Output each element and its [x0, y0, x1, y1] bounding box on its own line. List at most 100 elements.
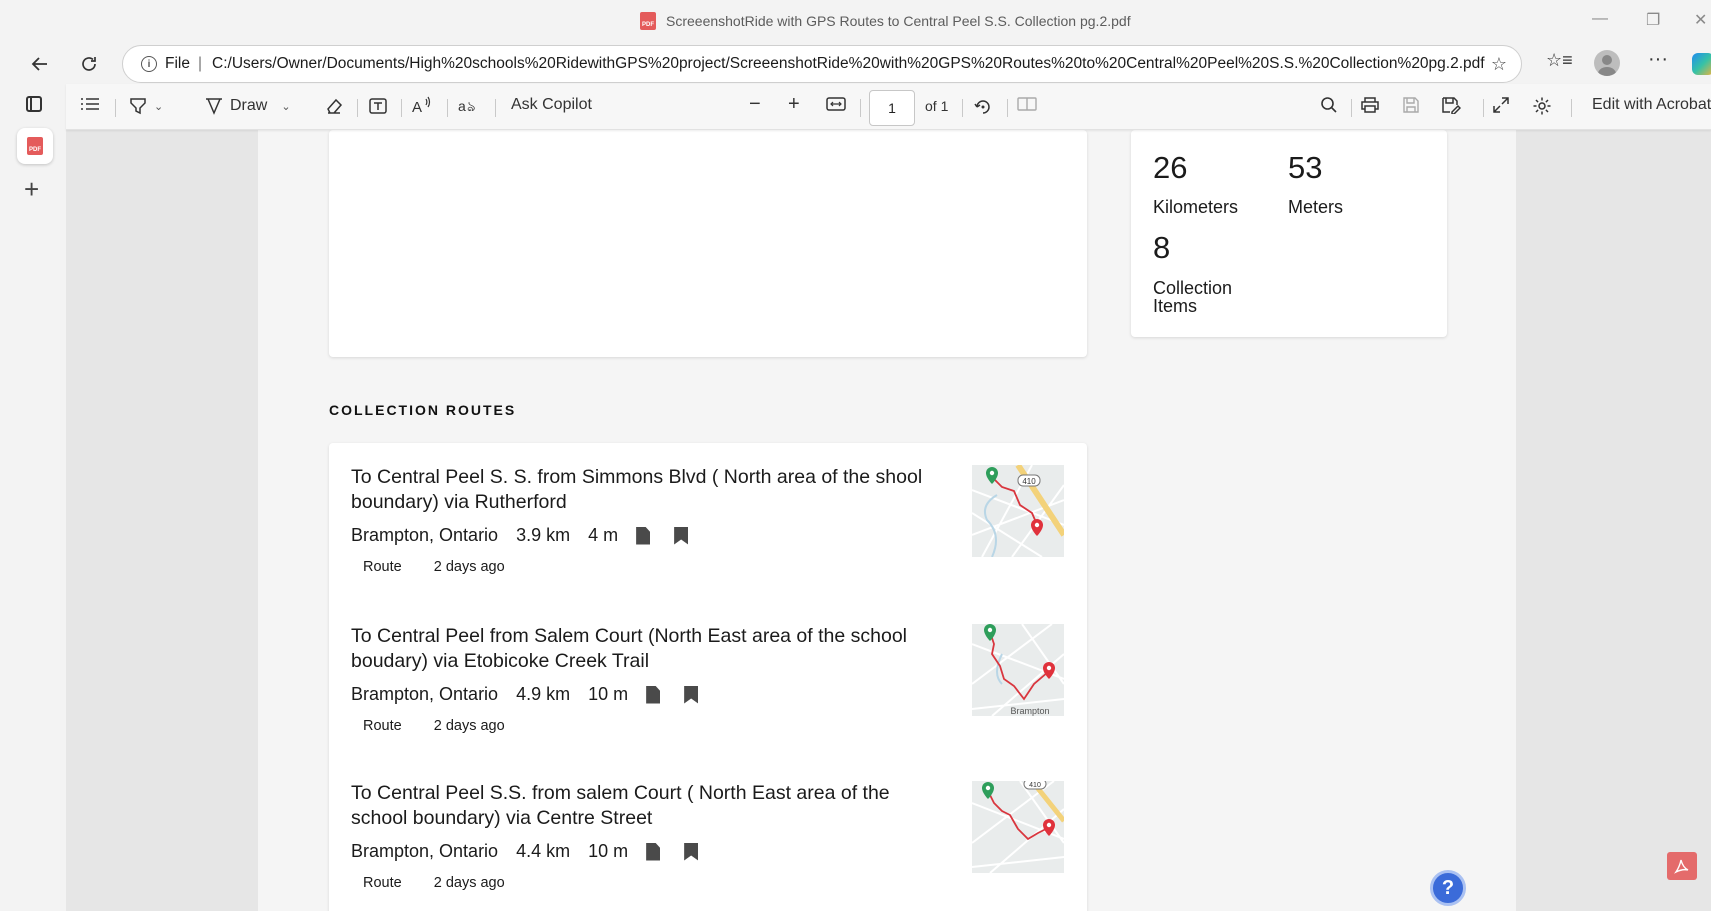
minimize-button[interactable]: — [1592, 10, 1608, 28]
translate-icon: aঌ [458, 98, 475, 115]
bookmark-icon[interactable] [674, 526, 689, 545]
route-location: Brampton, Ontario [351, 684, 499, 704]
zoom-out-button[interactable]: − [749, 93, 761, 116]
document-icon[interactable] [646, 842, 661, 861]
route-sub-info: Route 2 days ago [363, 875, 505, 891]
two-page-view-icon [1017, 97, 1037, 111]
print-button[interactable] [1360, 96, 1380, 114]
rotate-button[interactable] [973, 96, 993, 116]
new-tab-plus-icon[interactable]: + [24, 174, 39, 205]
draw-pen-icon [206, 98, 222, 115]
map-place-label: Brampton [1010, 706, 1049, 716]
pdf-viewer[interactable]: 26 Kilometers 53 Meters 8 Collection Ite… [66, 130, 1711, 911]
translate-button[interactable]: aঌ [458, 96, 480, 116]
route-title[interactable]: To Central Peel S. S. from Simmons Blvd … [351, 465, 951, 515]
save-button [1402, 96, 1420, 114]
route-age: 2 days ago [433, 559, 505, 575]
copilot-button[interactable] [1692, 53, 1711, 75]
svg-text:a: a [458, 98, 466, 114]
search-button[interactable] [1320, 96, 1338, 114]
collection-stats-card: 26 Kilometers 53 Meters 8 Collection Ite… [1131, 130, 1447, 337]
elevation-value: 53 [1288, 150, 1323, 185]
draw-tool-button[interactable]: Draw ⌄ [204, 96, 291, 116]
route-elevation: 4 m [588, 525, 619, 545]
pdf-toolbar: ⌄ Draw ⌄ A aঌ Ask Copilot − + 1 of 1 Edi… [66, 84, 1711, 130]
route-title[interactable]: To Central Peel from Salem Court (North … [351, 624, 951, 674]
security-label: File [165, 55, 190, 72]
chevron-down-icon: ⌄ [281, 100, 291, 113]
read-aloud-button[interactable]: A [412, 96, 434, 116]
eraser-icon [327, 98, 343, 114]
profile-button[interactable] [1594, 50, 1620, 76]
fit-width-icon [826, 97, 846, 111]
restore-button[interactable]: ❐ [1646, 10, 1660, 30]
map-road-label: 410 [1029, 782, 1041, 789]
more-options-icon[interactable]: ··· [1648, 48, 1668, 71]
route-item[interactable]: To Central Peel from Salem Court (North … [351, 624, 1067, 754]
route-elevation: 10 m [588, 684, 629, 704]
route-map-thumbnail[interactable]: Brampton [972, 624, 1064, 716]
table-of-contents-icon[interactable] [80, 96, 100, 112]
draw-label: Draw [230, 97, 268, 114]
pdf-file-icon: PDF [640, 12, 656, 30]
address-separator: | [197, 55, 203, 72]
eraser-button[interactable] [324, 96, 344, 116]
document-icon[interactable] [646, 685, 661, 704]
info-icon[interactable]: i [141, 56, 157, 72]
elevation-label: Meters [1288, 197, 1344, 217]
items-label-line1: Collection [1153, 278, 1233, 298]
route-distance: 4.4 km [516, 841, 571, 861]
close-button[interactable]: ✕ [1694, 10, 1707, 30]
route-meta: Brampton, Ontario 4.9 km 10 m [351, 684, 699, 705]
svg-text:ঌ: ঌ [467, 99, 475, 115]
page-number-input[interactable]: 1 [869, 90, 915, 126]
route-title[interactable]: To Central Peel S.S. from salem Court ( … [351, 781, 951, 831]
highlight-tool-button[interactable]: ⌄ [128, 96, 163, 116]
tab-pdf-document[interactable]: PDF [17, 128, 53, 164]
favorites-icon[interactable]: ☆≡ [1546, 50, 1573, 71]
rotate-icon [974, 100, 990, 114]
address-bar[interactable]: i File | C:/Users/Owner/Documents/High%2… [122, 45, 1522, 83]
route-type: Route [363, 559, 402, 575]
print-icon [1361, 97, 1379, 113]
back-arrow-icon [31, 57, 47, 71]
zoom-in-button[interactable]: + [788, 93, 800, 116]
edit-with-acrobat-button[interactable]: Edit with Acrobat [1592, 96, 1711, 114]
page-total-label: of 1 [925, 98, 949, 114]
bookmark-icon[interactable] [684, 685, 699, 704]
route-meta: Brampton, Ontario 3.9 km 4 m [351, 525, 689, 546]
route-sub-info: Route 2 days ago [363, 559, 505, 575]
favorite-star-icon[interactable]: ☆ [1491, 54, 1507, 75]
collection-routes-heading: COLLECTION ROUTES [329, 402, 517, 418]
document-icon[interactable] [636, 526, 651, 545]
route-distance: 3.9 km [516, 525, 571, 545]
settings-button[interactable] [1532, 96, 1552, 116]
route-item[interactable]: To Central Peel S.S. from salem Court ( … [351, 781, 1067, 911]
ask-copilot-button[interactable]: Ask Copilot [511, 96, 592, 114]
route-map-thumbnail[interactable]: 410 [972, 781, 1064, 873]
bookmark-icon[interactable] [684, 842, 699, 861]
back-button[interactable] [26, 50, 54, 78]
acrobat-icon[interactable] [1667, 852, 1697, 880]
tab-actions-icon[interactable] [26, 96, 42, 112]
fullscreen-button[interactable] [1492, 96, 1510, 114]
route-location: Brampton, Ontario [351, 525, 499, 545]
route-item[interactable]: To Central Peel S. S. from Simmons Blvd … [351, 465, 1067, 595]
highlighter-icon [130, 98, 146, 115]
route-age: 2 days ago [433, 718, 505, 734]
help-question-icon[interactable]: ? [1430, 870, 1466, 906]
pdf-page: 26 Kilometers 53 Meters 8 Collection Ite… [258, 130, 1516, 911]
add-text-button[interactable] [368, 96, 388, 116]
route-map-thumbnail[interactable]: 410 [972, 465, 1064, 557]
vertical-tab-strip: PDF + [0, 84, 66, 911]
url-text[interactable]: C:/Users/Owner/Documents/High%20schools%… [212, 55, 1485, 73]
fit-to-width-button[interactable] [826, 96, 846, 112]
refresh-button[interactable] [75, 50, 103, 78]
expand-icon [1493, 97, 1509, 113]
route-distance: 4.9 km [516, 684, 571, 704]
chevron-down-icon: ⌄ [154, 100, 164, 113]
route-meta: Brampton, Ontario 4.4 km 10 m [351, 841, 699, 862]
save-as-button[interactable] [1441, 96, 1461, 114]
copilot-icon [1692, 53, 1711, 75]
read-aloud-icon: A [412, 96, 431, 116]
